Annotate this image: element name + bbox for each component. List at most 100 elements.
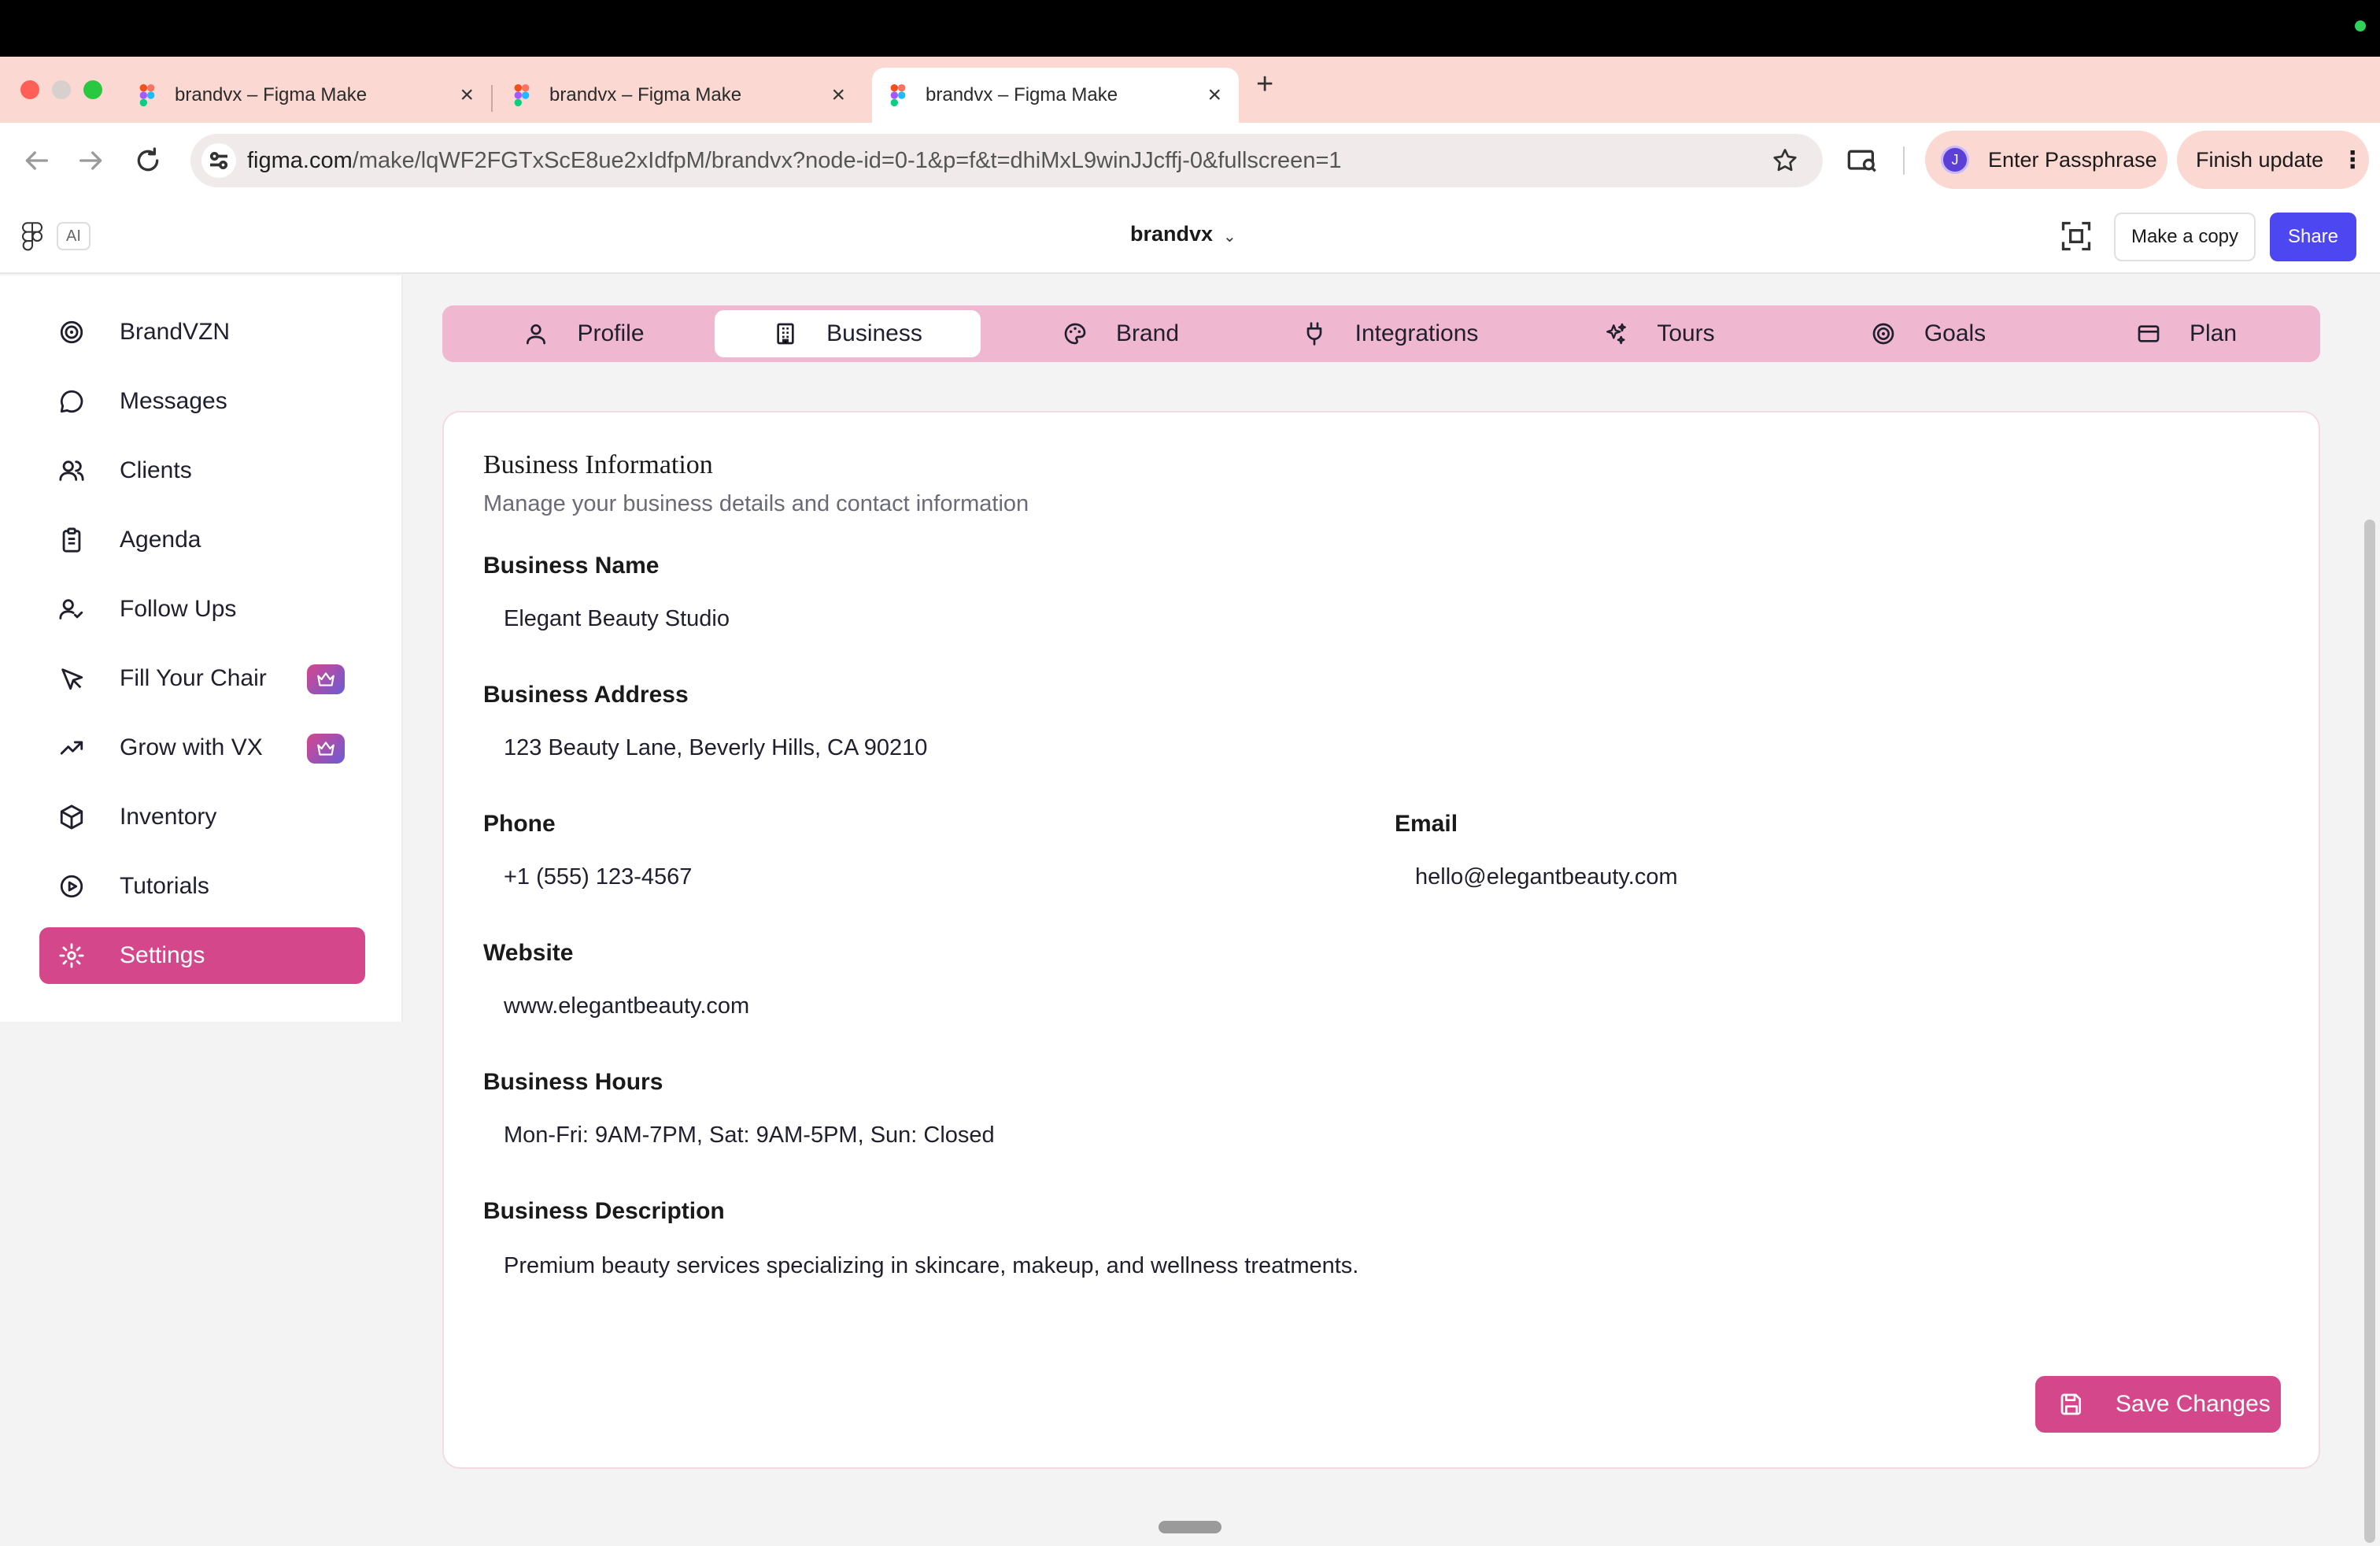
tab-goals[interactable]: Goals — [1799, 310, 2057, 357]
close-window-button[interactable] — [20, 80, 39, 99]
business-description-field[interactable]: Premium beauty services specializing in … — [504, 1253, 1358, 1279]
reload-icon[interactable] — [132, 145, 164, 176]
file-title[interactable]: brandvx — [1130, 222, 1213, 246]
url-text: figma.com/make/lqWF2FGTxScE8ue2xIdfpM/br… — [247, 148, 1342, 174]
sparkles-icon — [1606, 323, 1627, 345]
phone-field[interactable]: +1 (555) 123-4567 — [504, 864, 692, 890]
users-icon — [59, 460, 84, 481]
tab-plan[interactable]: Plan — [2070, 310, 2303, 357]
ai-badge: AI — [57, 222, 91, 250]
sidebar-item-label: Tutorials — [120, 873, 209, 899]
sidebar-item-label: Follow Ups — [120, 596, 237, 622]
business-address-field[interactable]: 123 Beauty Lane, Beverly Hills, CA 90210 — [504, 735, 927, 761]
tab-label: Goals — [1924, 320, 1986, 346]
close-tab-icon[interactable]: × — [831, 83, 845, 107]
browser-tab-title: brandvx – Figma Make — [549, 84, 742, 105]
sidebar-item-brandvzn[interactable]: BrandVZN — [39, 304, 365, 361]
business-name-label: Business Name — [483, 553, 660, 579]
figma-header: AI brandvx ⌄ Make a copy Share — [0, 198, 2380, 274]
kebab-menu-icon[interactable]: ⋮ — [2341, 146, 2364, 174]
browser-toolbar: figma.com/make/lqWF2FGTxScE8ue2xIdfpM/br… — [0, 123, 2380, 198]
chevron-down-icon[interactable]: ⌄ — [1223, 227, 1236, 246]
save-icon — [2060, 1393, 2081, 1415]
scrollbar-thumb[interactable] — [2364, 520, 2375, 1543]
browser-tab-title: brandvx – Figma Make — [175, 84, 368, 105]
website-label: Website — [483, 940, 574, 966]
tab-integrations[interactable]: Integrations — [1261, 310, 1519, 357]
sidebar-item-label: BrandVZN — [120, 319, 231, 345]
sidebar-item-messages[interactable]: Messages — [39, 373, 365, 430]
email-field[interactable]: hello@elegantbeauty.com — [1415, 864, 1678, 890]
phone-label: Phone — [483, 811, 556, 837]
bookmark-star-icon[interactable] — [1771, 146, 1799, 175]
business-hours-label: Business Hours — [483, 1069, 663, 1095]
browser-tab-strip: brandvx – Figma Make × brandvx – Figma M… — [0, 57, 2380, 123]
cast-search-icon[interactable] — [1846, 145, 1878, 176]
tab-label: Brand — [1115, 320, 1180, 346]
address-bar[interactable]: figma.com/make/lqWF2FGTxScE8ue2xIdfpM/br… — [190, 134, 1823, 187]
back-arrow-icon[interactable] — [20, 145, 52, 176]
trending-up-icon — [60, 741, 83, 755]
package-icon — [60, 804, 83, 830]
user-icon — [527, 324, 546, 345]
sidebar-item-fill-your-chair[interactable]: Fill Your Chair — [39, 650, 365, 707]
figma-favicon-icon — [514, 83, 530, 107]
tab-tours[interactable]: Tours — [1532, 310, 1787, 357]
tab-label: Integrations — [1354, 320, 1479, 346]
maximize-window-button[interactable] — [83, 80, 102, 99]
sidebar-item-settings[interactable]: Settings — [39, 927, 365, 984]
website-field[interactable]: www.elegantbeauty.com — [504, 993, 749, 1019]
url-domain: figma.com — [247, 148, 353, 173]
macos-menu-bar — [0, 0, 2380, 57]
target-icon — [1872, 323, 1894, 345]
save-changes-button[interactable]: Save Changes — [2035, 1376, 2281, 1433]
business-name-field[interactable]: Elegant Beauty Studio — [504, 606, 730, 632]
sidebar-item-follow-ups[interactable]: Follow Ups — [39, 581, 365, 638]
share-button[interactable]: Share — [2270, 213, 2356, 261]
close-tab-icon[interactable]: × — [460, 83, 474, 107]
tab-business[interactable]: Business — [715, 310, 981, 357]
drag-handle[interactable] — [1159, 1521, 1221, 1533]
tab-profile[interactable]: Profile — [466, 310, 702, 357]
new-tab-plus-icon[interactable]: + — [1256, 69, 1273, 99]
tab-label: Plan — [2189, 320, 2238, 346]
sidebar-item-inventory[interactable]: Inventory — [39, 789, 365, 845]
business-hours-field[interactable]: Mon-Fri: 9AM-7PM, Sat: 9AM-5PM, Sun: Clo… — [504, 1123, 995, 1148]
palette-icon — [1064, 323, 1086, 345]
update-label: Finish update — [2196, 147, 2324, 172]
sidebar-item-grow-with-vx[interactable]: Grow with VX — [39, 719, 365, 776]
email-label: Email — [1395, 811, 1458, 837]
close-tab-icon[interactable]: × — [1207, 83, 1221, 107]
settings-tabs: Profile Business Brand Integrations Tour… — [442, 305, 2320, 362]
app-sidebar: BrandVZN Messages Clients Agenda Follow … — [0, 276, 403, 1022]
browser-tab[interactable]: brandvx – Figma Make × — [121, 68, 491, 123]
qr-scan-icon[interactable] — [2059, 219, 2094, 253]
tab-label: Business — [826, 320, 922, 346]
minimize-window-button[interactable] — [52, 80, 71, 99]
building-icon — [777, 323, 794, 345]
plug-icon — [1306, 322, 1321, 346]
site-settings-icon[interactable] — [201, 143, 236, 178]
make-a-copy-button[interactable]: Make a copy — [2114, 213, 2256, 261]
cursor-icon — [61, 668, 83, 690]
enter-passphrase-button[interactable]: J Enter Passphrase — [1925, 131, 2168, 189]
finish-update-button[interactable]: Finish update ⋮ — [2177, 131, 2369, 189]
business-information-card: Business Information Manage your busines… — [442, 411, 2320, 1469]
sidebar-item-tutorials[interactable]: Tutorials — [39, 858, 365, 915]
figma-logo-icon[interactable] — [22, 222, 42, 252]
play-circle-icon — [60, 875, 83, 898]
target-icon — [60, 320, 83, 344]
forward-arrow-icon[interactable] — [76, 145, 107, 176]
tab-divider — [491, 85, 493, 112]
browser-tab-active[interactable]: brandvx – Figma Make × — [872, 68, 1239, 123]
passphrase-label: Enter Passphrase — [1988, 147, 2157, 172]
sidebar-item-agenda[interactable]: Agenda — [39, 512, 365, 568]
browser-tab[interactable]: brandvx – Figma Make × — [496, 68, 863, 123]
premium-crown-icon — [307, 734, 345, 764]
figma-favicon-icon — [139, 83, 155, 107]
tab-label: Tours — [1657, 320, 1715, 346]
profile-avatar: J — [1941, 146, 1969, 174]
sidebar-item-clients[interactable]: Clients — [39, 442, 365, 499]
sidebar-item-label: Inventory — [120, 804, 217, 830]
tab-brand[interactable]: Brand — [993, 310, 1248, 357]
